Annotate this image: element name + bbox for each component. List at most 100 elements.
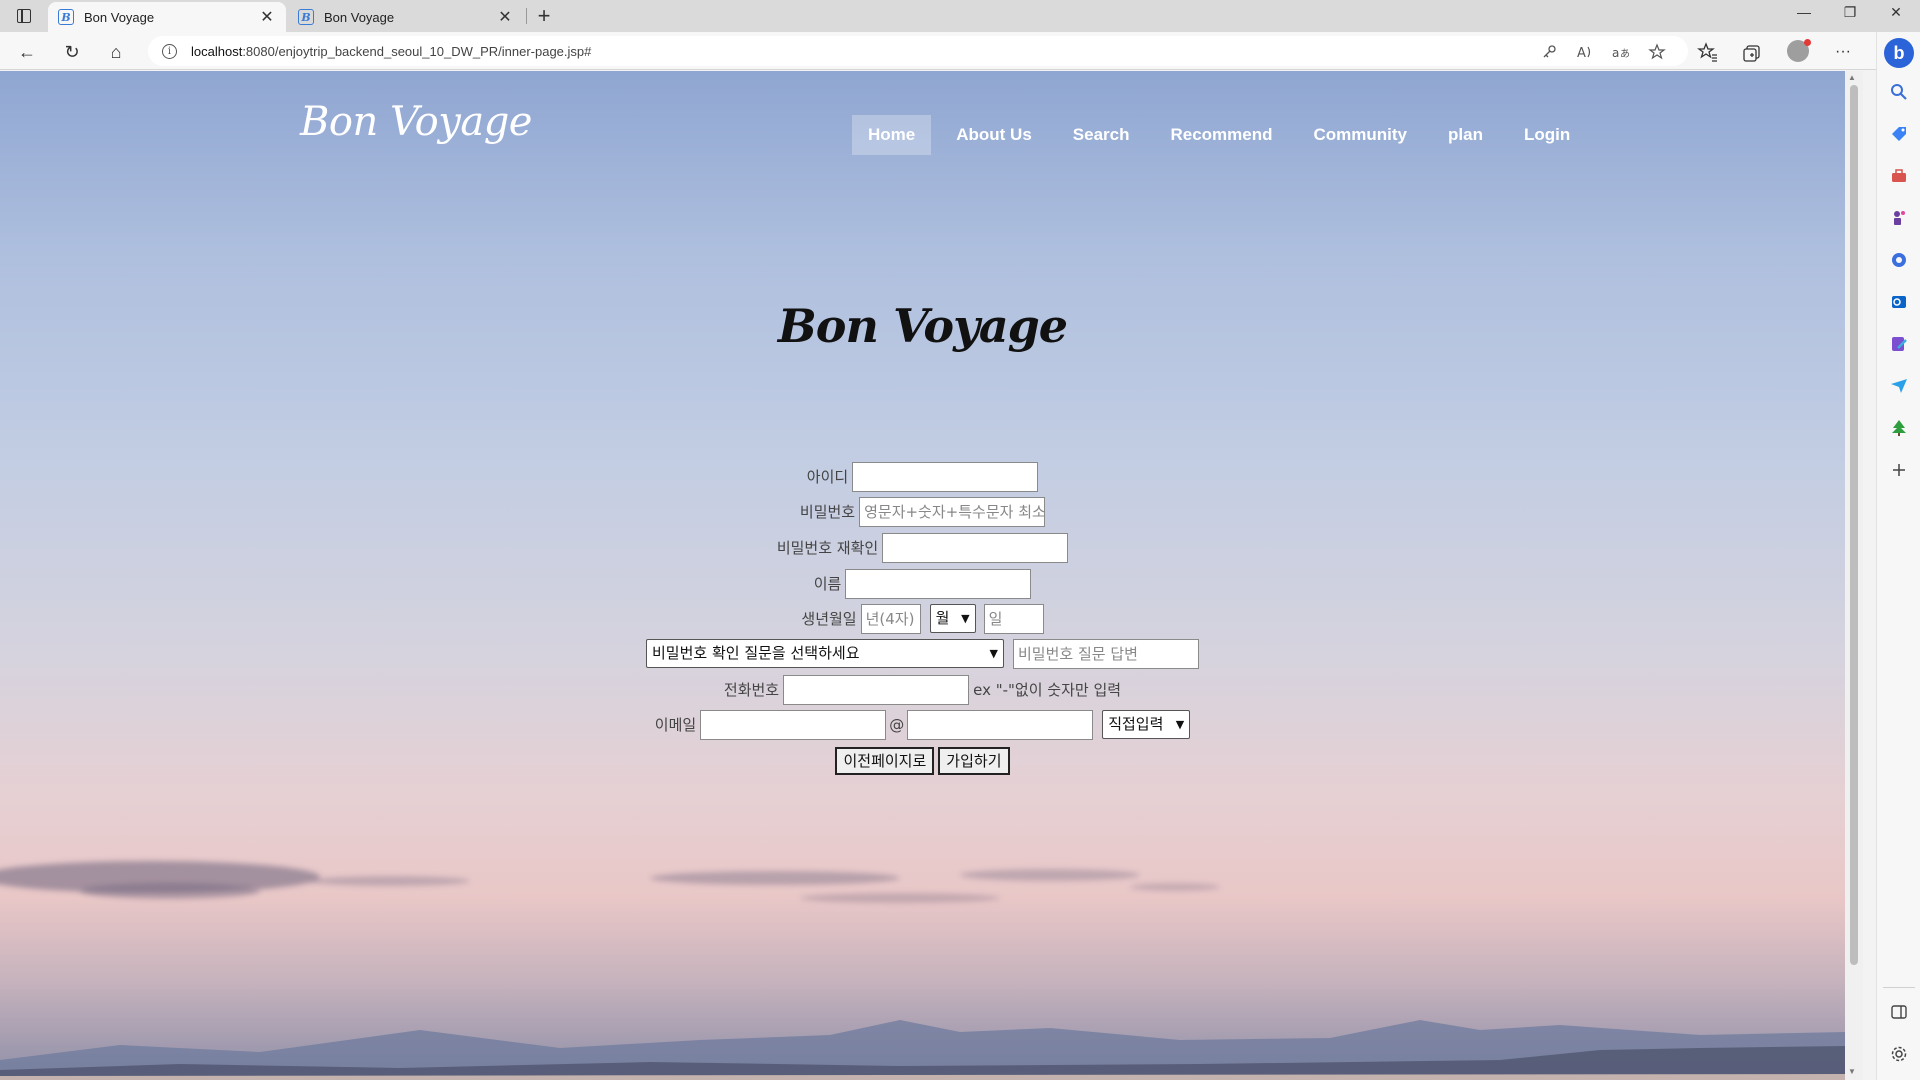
- more-icon[interactable]: ···: [1832, 41, 1854, 63]
- restore-icon[interactable]: ❐: [1828, 4, 1872, 21]
- birth-month-value: 월: [935, 609, 950, 627]
- nav-search[interactable]: Search: [1057, 115, 1146, 155]
- site-favicon-icon: B: [58, 9, 74, 25]
- search-icon[interactable]: [1889, 82, 1909, 102]
- row-email: 이메일 @ 직접입력 ▼: [0, 709, 1845, 740]
- site-logo[interactable]: Bon Voyage: [300, 99, 532, 145]
- row-buttons: 이전페이지로 가입하기: [0, 745, 1845, 776]
- svg-text:a: a: [1612, 46, 1619, 60]
- password-answer-input[interactable]: 비밀번호 질문 답변: [1013, 638, 1199, 669]
- send-icon[interactable]: [1889, 376, 1909, 396]
- outlook-icon[interactable]: [1889, 292, 1909, 312]
- cloud-decoration: [800, 893, 1000, 903]
- new-tab-icon[interactable]: +: [533, 3, 555, 29]
- nav-about-us[interactable]: About Us: [940, 115, 1048, 155]
- svg-text:A: A: [1577, 46, 1586, 61]
- shopping-tag-icon[interactable]: [1889, 124, 1909, 144]
- birth-month-select[interactable]: 월 ▼: [929, 604, 976, 633]
- email-domain-value: 직접입력: [1108, 715, 1164, 733]
- translate-icon[interactable]: aあ: [1612, 43, 1630, 61]
- window-close-icon[interactable]: ✕: [1874, 4, 1918, 21]
- row-id: 아이디: [0, 461, 1845, 492]
- gear-icon[interactable]: [1889, 1044, 1909, 1064]
- tab-divider: [526, 8, 527, 24]
- email-at-symbol: @: [889, 715, 905, 734]
- reload-icon[interactable]: ↻: [60, 40, 84, 64]
- cloud-decoration: [960, 869, 1140, 881]
- tab-title: Bon Voyage: [84, 9, 155, 25]
- phone-hint: ex "-"없이 숫자만 입력: [973, 681, 1122, 699]
- birth-day-input[interactable]: 일: [983, 603, 1044, 634]
- back-arrow-icon[interactable]: ←: [15, 40, 39, 64]
- nav-community[interactable]: Community: [1298, 115, 1424, 155]
- cloud-decoration: [80, 883, 260, 899]
- password-question-select[interactable]: 비밀번호 확인 질문을 선택하세요 ▼: [646, 639, 1004, 668]
- password-confirm-label: 비밀번호 재확인: [776, 539, 879, 557]
- id-input[interactable]: [852, 461, 1039, 492]
- tab-title: Bon Voyage: [324, 9, 395, 25]
- home-icon[interactable]: ⌂: [104, 40, 128, 64]
- password-confirm-input[interactable]: [882, 532, 1069, 563]
- email-domain-input[interactable]: [907, 709, 1094, 740]
- tree-icon[interactable]: [1889, 418, 1909, 438]
- notes-icon[interactable]: [1889, 334, 1909, 354]
- phone-input[interactable]: [783, 674, 970, 705]
- favorites-icon[interactable]: [1697, 41, 1719, 63]
- email-local-input[interactable]: [700, 709, 887, 740]
- notification-dot: [1804, 39, 1811, 46]
- tab-bon-voyage-active[interactable]: B Bon Voyage ✕: [48, 2, 286, 32]
- page-scrollbar[interactable]: ▲ ▼: [1845, 71, 1863, 1080]
- scrollbar-thumb[interactable]: [1850, 85, 1858, 965]
- scroll-up-icon[interactable]: ▲: [1848, 73, 1856, 82]
- url-path: :8080/enjoytrip_backend_seoul_10_DW_PR/i…: [242, 43, 592, 59]
- add-icon[interactable]: [1889, 460, 1909, 480]
- url-field[interactable]: i localhost:8080/enjoytrip_backend_seoul…: [148, 36, 1688, 66]
- nav-plan[interactable]: plan: [1432, 115, 1499, 155]
- nav-recommend[interactable]: Recommend: [1154, 115, 1288, 155]
- name-input[interactable]: [845, 568, 1032, 599]
- cloud-decoration: [650, 871, 900, 885]
- address-bar-row: ← ↻ ⌂ i localhost:8080/enjoytrip_backend…: [0, 32, 1920, 70]
- row-name: 이름: [0, 568, 1845, 599]
- page-viewport: Bon Voyage Home About Us Search Recommen…: [0, 71, 1845, 1080]
- close-tab-icon[interactable]: ✕: [496, 7, 514, 27]
- email-label: 이메일: [654, 716, 697, 734]
- id-label: 아이디: [806, 468, 849, 486]
- password-input[interactable]: 영문자+숫자+특수문자 최소: [859, 496, 1046, 527]
- password-question-value: 비밀번호 확인 질문을 선택하세요: [652, 644, 860, 662]
- add-favorite-icon[interactable]: [1648, 43, 1666, 61]
- row-question: 비밀번호 확인 질문을 선택하세요 ▼ 비밀번호 질문 답변: [0, 638, 1845, 669]
- tab-bon-voyage[interactable]: B Bon Voyage ✕: [288, 2, 524, 32]
- url-text: localhost:8080/enjoytrip_backend_seoul_1…: [191, 44, 591, 59]
- chevron-down-icon: ▼: [961, 612, 970, 625]
- chevron-down-icon: ▼: [989, 647, 998, 660]
- sidebar-toggle-icon[interactable]: [1889, 1002, 1909, 1022]
- password-label: 비밀번호: [799, 503, 856, 521]
- microsoft-365-icon[interactable]: [1889, 250, 1909, 270]
- row-birthdate: 생년월일 년(4자) 월 ▼ 일: [0, 603, 1845, 634]
- phone-label: 전화번호: [723, 681, 780, 699]
- bing-icon[interactable]: b: [1884, 38, 1914, 68]
- tools-icon[interactable]: [1889, 166, 1909, 186]
- mountains-silhouette: [0, 1020, 1845, 1080]
- row-password: 비밀번호 영문자+숫자+특수문자 최소: [0, 496, 1845, 527]
- minimize-icon[interactable]: —: [1782, 4, 1826, 20]
- key-icon[interactable]: [1540, 43, 1558, 61]
- row-phone: 전화번호 ex "-"없이 숫자만 입력: [0, 674, 1845, 705]
- read-aloud-icon[interactable]: A: [1576, 43, 1594, 61]
- nav-login[interactable]: Login: [1508, 115, 1586, 155]
- info-icon[interactable]: i: [162, 43, 177, 59]
- row-password-confirm: 비밀번호 재확인: [0, 532, 1845, 563]
- form-title: Bon Voyage: [777, 299, 1068, 353]
- email-domain-select[interactable]: 직접입력 ▼: [1102, 710, 1191, 739]
- close-tab-icon[interactable]: ✕: [258, 7, 276, 27]
- collections-icon[interactable]: [1742, 41, 1764, 63]
- signup-button[interactable]: 가입하기: [938, 746, 1010, 775]
- prev-page-button[interactable]: 이전페이지로: [835, 746, 935, 775]
- scroll-down-icon[interactable]: ▼: [1848, 1067, 1856, 1076]
- games-icon[interactable]: [1889, 208, 1909, 228]
- tab-actions-icon[interactable]: [10, 6, 38, 26]
- sidebar-divider: [1883, 987, 1915, 988]
- nav-home[interactable]: Home: [852, 115, 932, 155]
- birth-year-input[interactable]: 년(4자): [860, 603, 921, 634]
